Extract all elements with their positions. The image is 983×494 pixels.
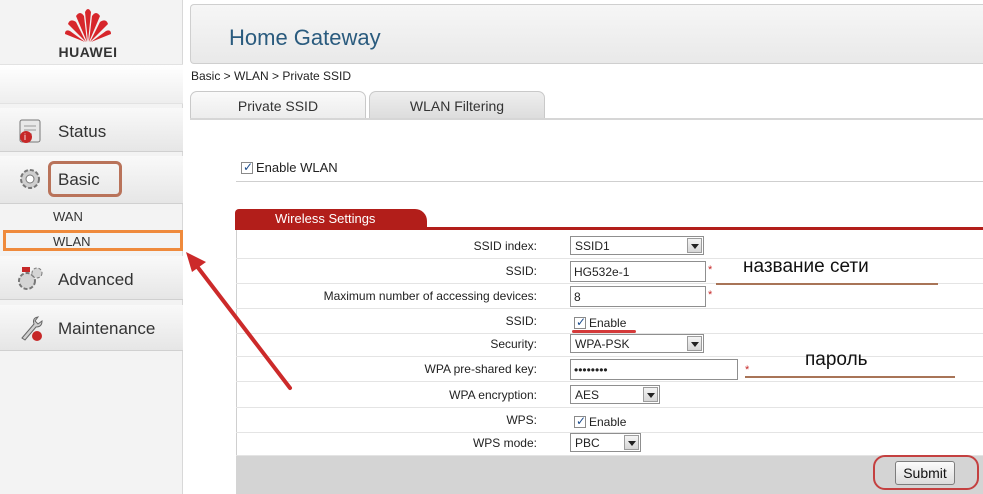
- required-mark: *: [708, 289, 713, 301]
- page-title: Home Gateway: [229, 25, 381, 50]
- annotation-underline: [745, 376, 955, 378]
- annotation-password: пароль: [805, 349, 868, 370]
- divider: [236, 181, 983, 182]
- enable-wlan-option: Enable WLAN: [241, 159, 338, 175]
- sidebar-item-maintenance[interactable]: Maintenance: [0, 305, 183, 351]
- enable-wlan-checkbox[interactable]: [241, 160, 253, 174]
- enable-wlan-label: Enable WLAN: [256, 160, 338, 176]
- section-title-wireless-settings: Wireless Settings: [235, 209, 427, 229]
- ssid-enable-label: SSID:: [505, 314, 537, 328]
- sidebar-item-label: Maintenance: [58, 319, 156, 338]
- ssid-index-select[interactable]: SSID1: [570, 236, 704, 255]
- encryption-label: WPA encryption:: [449, 388, 537, 402]
- row-wps-mode: WPS mode: PBC: [236, 431, 983, 456]
- psk-label: WPA pre-shared key:: [424, 362, 538, 376]
- page-header: Home Gateway: [190, 4, 983, 64]
- required-mark: *: [708, 264, 713, 276]
- wps-label: WPS:: [506, 413, 537, 427]
- wps-mode-select[interactable]: PBC: [570, 433, 641, 452]
- sidebar-item-status[interactable]: i Status: [0, 108, 183, 152]
- ssid-label: SSID:: [505, 264, 537, 278]
- max-devices-input[interactable]: 8: [570, 286, 706, 307]
- wps-enable-text: Enable: [589, 414, 627, 429]
- sidebar: HUAWEI i Status Basic WAN WLAN Advanced: [0, 0, 183, 494]
- sidebar-item-label: Advanced: [58, 270, 134, 289]
- chevron-down-icon: [687, 238, 702, 253]
- advanced-icon: [18, 267, 43, 290]
- ssid-index-value: SSID1: [575, 239, 610, 253]
- ssid-index-label: SSID index:: [473, 239, 537, 253]
- encryption-value: AES: [575, 388, 600, 402]
- security-select[interactable]: WPA-PSK: [570, 334, 704, 353]
- ssid-enable-checkbox[interactable]: [574, 315, 586, 329]
- chevron-down-icon: [643, 387, 658, 402]
- highlight-box-wlan: [3, 230, 183, 251]
- huawei-logo: HUAWEI: [38, 4, 138, 62]
- wps-mode-value: PBC: [575, 436, 600, 450]
- sidebar-subitem-wan[interactable]: WAN: [53, 209, 83, 224]
- security-label: Security:: [490, 337, 537, 351]
- chevron-down-icon: [687, 336, 702, 351]
- annotation-underline: [716, 283, 938, 285]
- ssid-enable-text: Enable: [589, 315, 627, 330]
- max-devices-label: Maximum number of accessing devices:: [323, 289, 537, 303]
- gear-icon: [20, 169, 40, 189]
- highlight-box-basic: [48, 161, 122, 197]
- submit-button[interactable]: Submit: [895, 461, 955, 485]
- annotation-network-name: название сети: [743, 256, 869, 277]
- huawei-petals-icon: [65, 9, 111, 42]
- tab-private-ssid[interactable]: Private SSID: [190, 91, 366, 119]
- encryption-select[interactable]: AES: [570, 385, 660, 404]
- wps-enable-checkbox[interactable]: [574, 414, 586, 428]
- row-encryption: WPA encryption: AES: [236, 383, 983, 408]
- sidebar-spacer: [0, 64, 183, 104]
- wps-mode-label: WPS mode:: [472, 436, 537, 450]
- row-max-devices: Maximum number of accessing devices: 8 *: [236, 284, 983, 309]
- row-psk: WPA pre-shared key: •••••••• *: [236, 357, 983, 382]
- row-ssid: SSID: HG532e-1 *: [236, 259, 983, 284]
- breadcrumb: Basic > WLAN > Private SSID: [191, 69, 352, 83]
- row-security: Security: WPA-PSK: [236, 332, 983, 357]
- row-ssid-index: SSID index: SSID1: [236, 234, 983, 259]
- logo-text: HUAWEI: [58, 44, 118, 60]
- chevron-down-icon: [624, 435, 639, 450]
- psk-password-input[interactable]: ••••••••: [570, 359, 738, 380]
- form-footer: [236, 456, 983, 494]
- status-icon: i: [19, 119, 41, 143]
- sidebar-item-advanced[interactable]: Advanced: [0, 256, 183, 300]
- tab-underline: [190, 118, 983, 120]
- sidebar-item-basic[interactable]: Basic: [0, 156, 183, 204]
- wrench-icon: [21, 316, 43, 341]
- ssid-input[interactable]: HG532e-1: [570, 261, 706, 282]
- security-value: WPA-PSK: [575, 337, 630, 351]
- tab-wlan-filtering[interactable]: WLAN Filtering: [369, 91, 545, 119]
- svg-text:i: i: [24, 132, 26, 142]
- sidebar-item-label: Status: [58, 122, 107, 141]
- row-wps: WPS: Enable: [236, 408, 983, 433]
- required-mark: *: [745, 364, 750, 376]
